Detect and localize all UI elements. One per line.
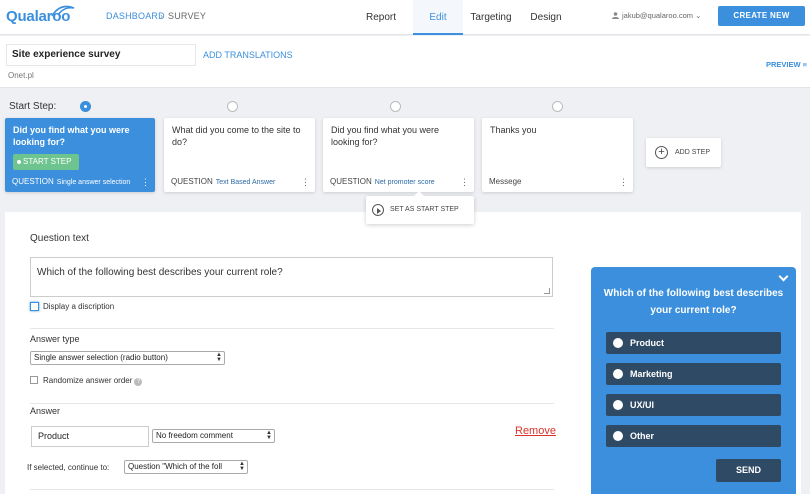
step-card-3[interactable]: Did you find what you were looking for? …	[323, 118, 474, 192]
select-arrows-icon: ▲ ▼	[216, 352, 222, 363]
start-step-radio-4[interactable]	[552, 101, 563, 112]
tab-targeting[interactable]: Targeting	[465, 0, 517, 35]
step-card-4[interactable]: Thanks you Messege ⋮	[482, 118, 633, 192]
kangaroo-logo-icon	[51, 5, 75, 17]
answer-input[interactable]: Product	[31, 426, 149, 447]
divider	[30, 328, 554, 329]
add-step-button[interactable]: + ADD STEP	[646, 138, 721, 167]
resize-grip-icon[interactable]	[544, 288, 550, 294]
survey-site: Onet.pl	[8, 71, 34, 80]
randomize-label: Randomize answer order?	[43, 376, 143, 386]
answer-type-value: Single answer selection (radio button)	[34, 353, 168, 362]
preview-option[interactable]: Product	[606, 332, 781, 354]
step-kind: QUESTION	[171, 177, 213, 186]
continue-to-select[interactable]: Question "Which of the foll ▲ ▼	[124, 460, 248, 474]
freedom-comment-select[interactable]: No freedom comment ▲ ▼	[152, 429, 275, 443]
preview-question: Which of the following best describes yo…	[603, 288, 784, 316]
step-card-footer: QUESTION Single answer selection	[12, 177, 130, 186]
preview-link[interactable]: PREVIEW ≡	[766, 60, 807, 69]
display-description-label: Display a discription	[43, 302, 115, 311]
freedom-comment-value: No freedom comment	[156, 431, 233, 440]
step-kind: Messege	[489, 177, 522, 186]
question-text-input[interactable]: Which of the following best describes yo…	[30, 257, 553, 297]
start-step-label: Start Step:	[9, 101, 57, 112]
start-step-radio-1[interactable]	[80, 101, 91, 112]
select-arrows-icon: ▲ ▼	[239, 461, 245, 472]
divider	[30, 489, 554, 490]
more-options-icon[interactable]: ⋮	[619, 178, 628, 187]
user-menu[interactable]: jakub@qualaroo.com ⌄	[612, 11, 701, 20]
help-icon[interactable]: ?	[134, 378, 143, 386]
step-kind: QUESTION	[12, 177, 54, 186]
continue-to-label: If selected, continue to:	[27, 463, 110, 472]
breadcrumb-dashboard[interactable]: DASHBOARD	[106, 11, 165, 21]
tab-design[interactable]: Design	[527, 0, 565, 35]
qualaroo-logo[interactable]: Qualaroo	[6, 4, 76, 28]
more-options-icon[interactable]: ⋮	[460, 178, 469, 187]
tab-report[interactable]: Report	[360, 0, 402, 35]
step-kind: QUESTION	[330, 177, 372, 186]
set-as-start-label: SET AS START STEP	[390, 206, 459, 213]
top-navbar: Qualaroo DASHBOARD › SURVEY Report Edit …	[0, 0, 810, 35]
preview-option[interactable]: UX/UI	[606, 394, 781, 416]
user-email: jakub@qualaroo.com	[622, 11, 693, 20]
step-card-text: Did you find what you were looking for?	[13, 125, 130, 147]
plus-circle-icon: +	[655, 146, 668, 159]
select-arrows-icon: ▲ ▼	[266, 430, 272, 441]
survey-title-bar: Site experience survey ADD TRANSLATIONS …	[0, 36, 810, 88]
radio-icon	[613, 431, 623, 441]
step-type: Net promoter score	[374, 179, 435, 186]
tab-edit[interactable]: Edit	[413, 0, 463, 35]
preview-option-label: Product	[630, 338, 665, 348]
step-type: Single answer selection	[56, 179, 131, 186]
display-description-checkbox[interactable]	[30, 302, 39, 311]
randomize-label-text: Randomize answer order	[43, 376, 133, 385]
play-circle-icon	[372, 204, 384, 216]
create-new-button[interactable]: CREATE NEW	[718, 6, 805, 26]
preview-option-label: Other	[630, 431, 655, 441]
step-card-footer: Messege	[489, 177, 524, 186]
preview-option[interactable]: Other	[606, 425, 781, 447]
answer-label: Answer	[30, 406, 61, 416]
more-options-icon[interactable]: ⋮	[301, 178, 310, 187]
set-as-start-step-button[interactable]: SET AS START STEP	[366, 191, 474, 224]
chevron-down-icon: ⌄	[695, 11, 702, 20]
start-step-badge: START STEP	[13, 154, 79, 170]
preview-option[interactable]: Marketing	[606, 363, 781, 385]
divider	[30, 403, 554, 404]
step-card-footer: QUESTION Text Based Answer	[171, 177, 275, 186]
radio-icon	[613, 369, 623, 379]
continue-to-value: Question "Which of the foll	[128, 462, 222, 471]
send-button[interactable]: SEND	[716, 459, 781, 482]
radio-icon	[613, 400, 623, 410]
step-card-2[interactable]: What did you come to the site to do? QUE…	[164, 118, 315, 192]
radio-icon	[613, 338, 623, 348]
step-card-text: Did you find what you were looking for?	[331, 125, 440, 147]
randomize-checkbox[interactable]	[30, 376, 38, 384]
start-step-radio-2[interactable]	[227, 101, 238, 112]
step-card-footer: QUESTION Net promoter score	[330, 177, 435, 186]
question-text-label: Question text	[30, 233, 89, 244]
add-step-label: ADD STEP	[675, 149, 711, 156]
answer-type-label: Answer type	[30, 334, 80, 344]
user-icon	[612, 12, 619, 19]
add-translations-link[interactable]: ADD TRANSLATIONS	[203, 50, 293, 60]
step-card-text: Thanks you	[490, 125, 537, 135]
step-card-text: What did you come to the site to do?	[172, 125, 301, 147]
breadcrumb-separator: ›	[160, 11, 164, 21]
preview-option-label: UX/UI	[630, 400, 655, 410]
step-type: Text Based Answer	[215, 179, 276, 186]
more-options-icon[interactable]: ⋮	[141, 178, 150, 187]
breadcrumb-survey: SURVEY	[168, 11, 207, 21]
survey-title-input[interactable]: Site experience survey	[6, 44, 196, 66]
chevron-down-icon[interactable]	[778, 271, 789, 282]
remove-answer-link[interactable]: Remove	[515, 425, 556, 437]
start-step-radio-3[interactable]	[390, 101, 401, 112]
question-text-value: Which of the following best describes yo…	[37, 267, 283, 278]
preview-option-label: Marketing	[630, 369, 673, 379]
answer-type-select[interactable]: Single answer selection (radio button) ▲…	[30, 351, 225, 365]
